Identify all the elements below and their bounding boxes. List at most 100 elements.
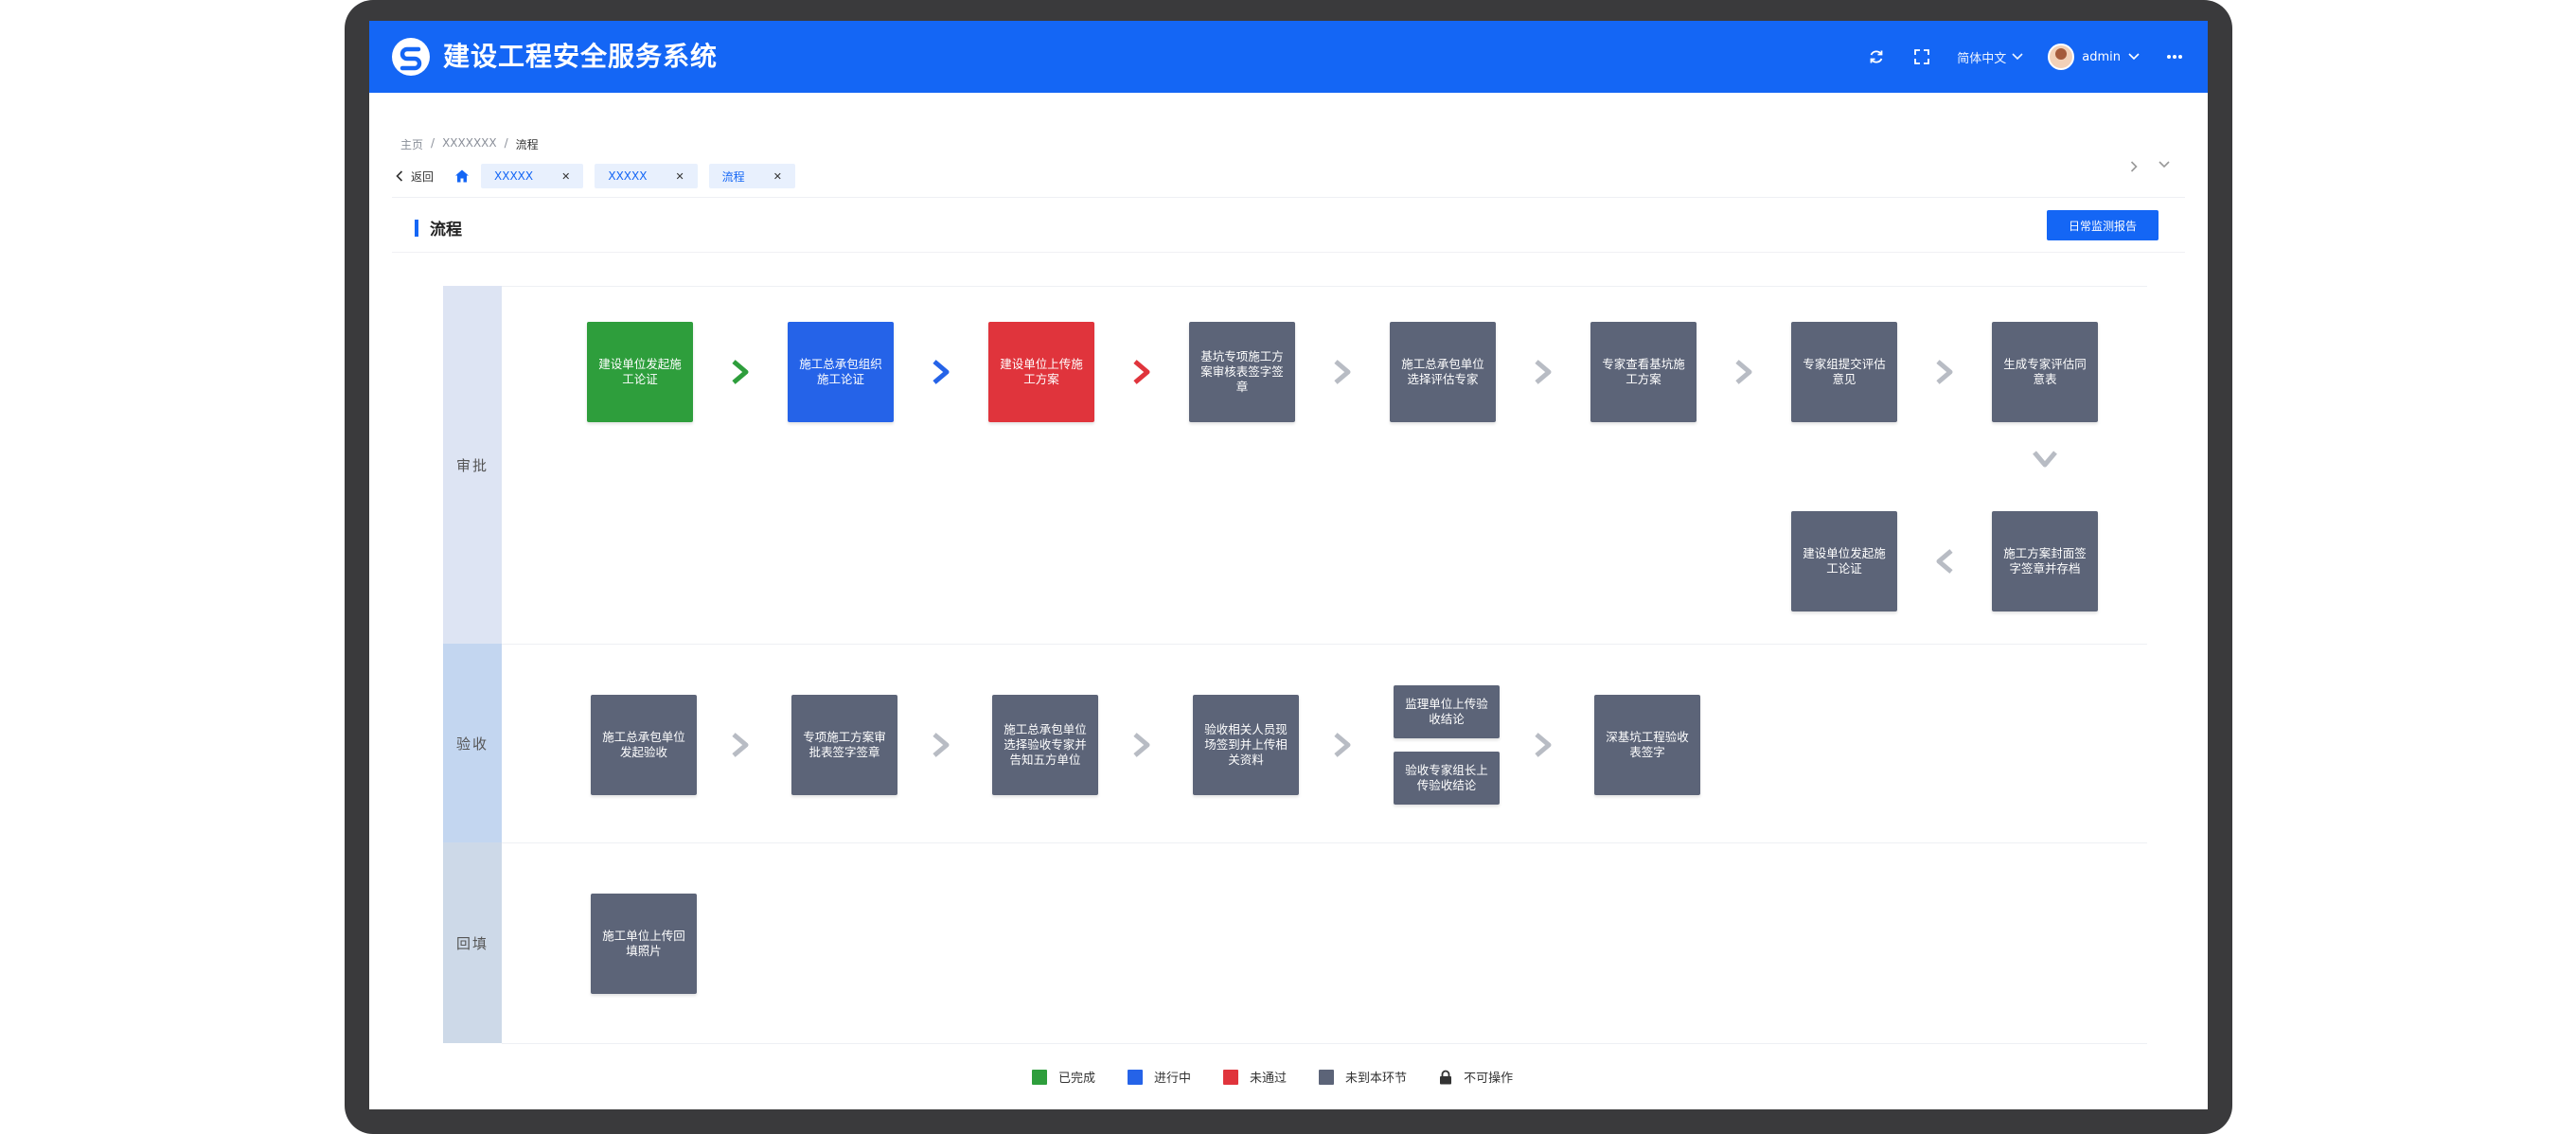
lane-divider <box>502 644 2147 645</box>
divider <box>392 197 2185 198</box>
tab-label: 流程 <box>721 169 745 184</box>
tab-item[interactable]: XXXXX ✕ <box>481 164 584 188</box>
legend-swatch <box>1223 1069 1239 1085</box>
tab-item-active[interactable]: 流程 ✕ <box>708 164 795 188</box>
flow-node[interactable]: 施工方案封面签字签章并存档 <box>1992 511 2098 611</box>
breadcrumb-item[interactable]: XXXXXXX <box>442 136 497 152</box>
arrow-right-icon <box>1531 731 1555 759</box>
lane-acceptance: 验收 <box>443 644 502 842</box>
lane-divider <box>502 286 2147 287</box>
breadcrumb-current: 流程 <box>515 138 539 151</box>
flow-node[interactable]: 建设单位上传施工方案 <box>988 322 1094 422</box>
flow-node[interactable]: 建设单位发起施工论证 <box>587 322 693 422</box>
legend-label: 未到本环节 <box>1345 1072 1408 1086</box>
arrow-right-icon <box>728 731 753 759</box>
flow-diagram: 审批 验收 回填 建设单位发起施工论证 施工总承包组织施工论证 建设单位上传施工… <box>443 286 2147 1044</box>
legend-swatch <box>1032 1069 1047 1085</box>
top-navbar: 建设工程安全服务系统 简体中文 admin <box>369 21 2208 93</box>
legend-label: 未通过 <box>1250 1072 1288 1086</box>
flow-node[interactable]: 验收专家组长上传验收结论 <box>1394 752 1500 805</box>
legend-label: 进行中 <box>1154 1072 1192 1086</box>
arrow-right-icon <box>1531 358 1555 386</box>
tab-controls <box>2130 161 2170 172</box>
page-title: 流程 <box>415 216 462 239</box>
content-card: 主页 / XXXXXXX / 流程 返回 XXXXX ✕ XXXXX ✕ 流程 ✕ 流… <box>369 93 2208 1109</box>
flow-node[interactable]: 验收相关人员现场签到并上传相关资料 <box>1193 695 1299 795</box>
language-select[interactable]: 简体中文 <box>1957 48 2023 66</box>
arrow-right-icon <box>1129 358 1154 386</box>
chevron-down-icon <box>2128 53 2140 61</box>
chevron-left-icon <box>396 170 403 182</box>
flow-node[interactable]: 深基坑工程验收表签字 <box>1594 695 1700 795</box>
lock-icon <box>1440 1070 1452 1084</box>
flow-node[interactable]: 监理单位上传验收结论 <box>1394 685 1500 738</box>
legend-item: 未通过 <box>1223 1068 1287 1086</box>
language-label: 简体中文 <box>1957 51 2007 66</box>
breadcrumb: 主页 / XXXXXXX / 流程 <box>400 136 539 152</box>
chevron-right-icon[interactable] <box>2130 161 2138 172</box>
flow-node[interactable]: 施工总承包单位选择验收专家并告知五方单位 <box>992 695 1098 795</box>
lane-approval: 审批 <box>443 286 502 644</box>
back-button[interactable]: 返回 <box>396 168 434 185</box>
arrow-down-icon <box>2030 447 2060 471</box>
arrow-right-icon <box>929 358 953 386</box>
fullscreen-icon[interactable] <box>1911 46 1932 67</box>
lane-divider <box>502 842 2147 843</box>
arrow-right-icon <box>1330 731 1355 759</box>
legend-item: 不可操作 <box>1439 1068 1513 1086</box>
flow-node[interactable]: 基坑专项施工方案审核表签字签章 <box>1189 322 1295 422</box>
close-icon[interactable]: ✕ <box>561 170 570 183</box>
top-right-tools: 简体中文 admin <box>1866 21 2185 93</box>
username: admin <box>2082 49 2121 64</box>
refresh-icon[interactable] <box>1866 46 1887 67</box>
flow-node[interactable]: 专家查看基坑施工方案 <box>1590 322 1697 422</box>
lane-divider <box>502 1043 2147 1044</box>
legend-item: 未到本环节 <box>1319 1068 1407 1086</box>
flow-node[interactable]: 施工总承包单位发起验收 <box>591 695 697 795</box>
flow-node[interactable]: 施工总承包单位选择评估专家 <box>1390 322 1496 422</box>
flow-node[interactable]: 专家组提交评估意见 <box>1791 322 1897 422</box>
arrow-right-icon <box>1330 358 1355 386</box>
tab-label: XXXXX <box>608 169 648 183</box>
legend-label: 不可操作 <box>1464 1072 1514 1086</box>
breadcrumb-home[interactable]: 主页 <box>400 136 423 152</box>
legend-item: 已完成 <box>1032 1068 1095 1086</box>
flow-node[interactable]: 建设单位发起施工论证 <box>1791 511 1897 611</box>
arrow-right-icon <box>1129 731 1154 759</box>
arrow-right-icon <box>1732 358 1756 386</box>
legend-swatch <box>1319 1069 1335 1085</box>
flow-node[interactable]: 施工单位上传回填照片 <box>591 894 697 994</box>
user-menu[interactable]: admin <box>2048 44 2140 70</box>
close-icon[interactable]: ✕ <box>675 170 684 183</box>
tab-item[interactable]: XXXXX ✕ <box>595 164 698 188</box>
legend: 已完成 进行中 未通过 未到本环节 不可操作 <box>1032 1068 1513 1086</box>
arrow-right-icon <box>728 358 753 386</box>
lane-backfill: 回填 <box>443 842 502 1043</box>
lane-label: 验收 <box>455 735 489 753</box>
flow-node[interactable]: 专项施工方案审批表签字签章 <box>791 695 897 795</box>
lane-label: 回填 <box>455 934 489 952</box>
arrow-right-icon <box>929 731 953 759</box>
legend-item: 进行中 <box>1128 1068 1191 1086</box>
back-label: 返回 <box>411 169 435 184</box>
more-icon[interactable] <box>2164 46 2185 67</box>
chevron-down-icon[interactable] <box>2159 161 2170 168</box>
avatar <box>2048 44 2075 70</box>
app-title: 建设工程安全服务系统 <box>443 41 719 72</box>
legend-label: 已完成 <box>1058 1072 1096 1086</box>
flow-node[interactable]: 生成专家评估同意表 <box>1992 322 2098 422</box>
close-icon[interactable]: ✕ <box>773 170 782 183</box>
daily-report-button[interactable]: 日常监测报告 <box>2047 210 2159 240</box>
arrow-right-icon <box>1932 358 1957 386</box>
page-title-text: 流程 <box>430 221 462 239</box>
chevron-down-icon <box>2012 53 2023 61</box>
home-icon[interactable] <box>454 168 470 184</box>
flow-node[interactable]: 施工总承包组织施工论证 <box>788 322 894 422</box>
app-logo-icon <box>392 38 430 76</box>
title-accent-bar <box>415 219 418 237</box>
tab-label: XXXXX <box>494 169 534 183</box>
app-screen: 建设工程安全服务系统 简体中文 admin 主页 / XXXXXXX / 流程 … <box>369 21 2208 1109</box>
lane-label: 审批 <box>455 456 489 474</box>
tabs-bar: 返回 XXXXX ✕ XXXXX ✕ 流程 ✕ <box>396 161 2189 191</box>
legend-swatch <box>1128 1069 1144 1085</box>
